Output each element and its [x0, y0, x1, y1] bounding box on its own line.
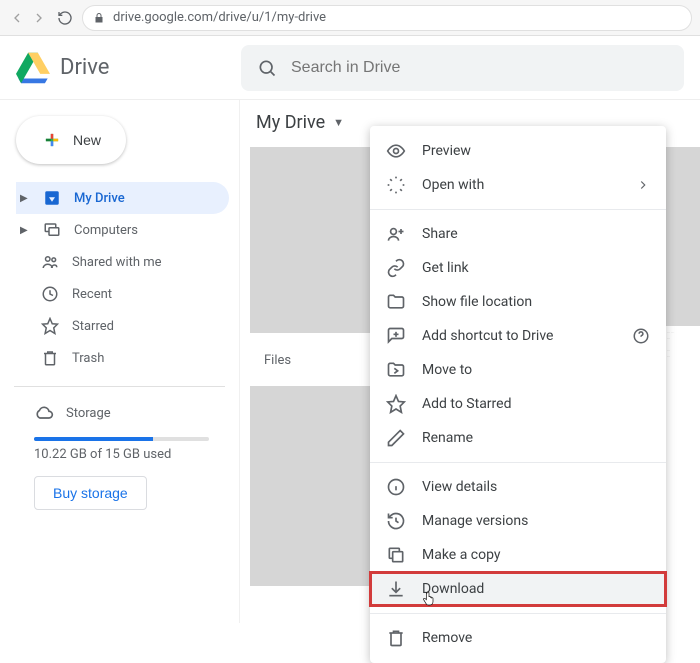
drive-logo-icon	[16, 51, 50, 85]
cursor-icon	[421, 590, 437, 608]
address-bar[interactable]: drive.google.com/drive/u/1/my-drive	[82, 5, 692, 31]
sidebar-item-label: Shared with me	[72, 255, 162, 270]
ctx-label: Remove	[422, 630, 472, 646]
sidebar-item-computers[interactable]: ▶ Computers	[16, 214, 229, 246]
ctx-label: Move to	[422, 362, 472, 378]
ctx-label: Make a copy	[422, 547, 501, 563]
ctx-label: Rename	[422, 430, 473, 446]
ctx-download[interactable]: Download	[370, 572, 666, 606]
sidebar-item-my-drive[interactable]: ▶ My Drive	[16, 182, 229, 214]
ctx-move-to[interactable]: Move to	[370, 353, 666, 387]
shortcut-icon	[386, 326, 406, 346]
trash-icon	[40, 349, 60, 367]
breadcrumb-label: My Drive	[256, 112, 325, 133]
rename-icon	[386, 428, 406, 448]
star-icon	[40, 317, 60, 335]
ctx-label: Share	[422, 226, 458, 242]
link-icon	[386, 258, 406, 278]
plus-icon	[41, 129, 63, 151]
ctx-add-shortcut[interactable]: Add shortcut to Drive	[370, 319, 666, 353]
ctx-share[interactable]: Share	[370, 217, 666, 251]
forward-button[interactable]	[30, 9, 48, 27]
chevron-right-icon	[636, 178, 650, 192]
sidebar-item-label: Recent	[72, 287, 112, 302]
sidebar-item-recent[interactable]: Recent	[16, 278, 229, 310]
eye-icon	[386, 141, 406, 161]
ctx-label: Get link	[422, 260, 469, 276]
help-icon[interactable]	[632, 327, 650, 345]
drive-logo[interactable]: Drive	[16, 51, 241, 85]
download-icon	[386, 579, 406, 599]
ctx-label: Preview	[422, 143, 471, 159]
ctx-remove[interactable]: Remove	[370, 621, 666, 655]
drive-icon	[42, 189, 62, 207]
ctx-add-starred[interactable]: Add to Starred	[370, 387, 666, 421]
recent-icon	[40, 285, 60, 303]
ctx-preview[interactable]: Preview	[370, 134, 666, 168]
ctx-open-with[interactable]: Open with	[370, 168, 666, 202]
dropdown-icon: ▼	[333, 116, 344, 129]
divider	[14, 386, 225, 387]
move-icon	[386, 360, 406, 380]
ctx-get-link[interactable]: Get link	[370, 251, 666, 285]
search-box[interactable]	[241, 45, 684, 91]
new-button-label: New	[73, 132, 101, 148]
storage-bar	[34, 437, 209, 441]
sidebar-item-trash[interactable]: Trash	[16, 342, 229, 374]
sidebar-item-label: Computers	[74, 223, 138, 238]
cloud-icon	[34, 403, 54, 423]
storage-label: Storage	[66, 406, 111, 421]
separator	[370, 462, 666, 463]
sidebar: New ▶ My Drive ▶ Computers Shared with m…	[0, 100, 240, 623]
person-add-icon	[386, 224, 406, 244]
computers-icon	[42, 221, 62, 239]
sidebar-item-label: Starred	[72, 319, 114, 334]
separator	[370, 613, 666, 614]
ctx-rename[interactable]: Rename	[370, 421, 666, 455]
open-with-icon	[386, 175, 406, 195]
ctx-label: View details	[422, 479, 497, 495]
search-icon	[257, 58, 277, 78]
ctx-label: Add to Starred	[422, 396, 511, 412]
trash-icon	[386, 628, 406, 648]
url-text: drive.google.com/drive/u/1/my-drive	[113, 10, 326, 25]
history-icon	[386, 511, 406, 531]
star-icon	[386, 394, 406, 414]
copy-icon	[386, 545, 406, 565]
ctx-label: Add shortcut to Drive	[422, 328, 553, 344]
new-button[interactable]: New	[16, 116, 126, 164]
sidebar-item-shared[interactable]: Shared with me	[16, 246, 229, 278]
back-button[interactable]	[8, 9, 26, 27]
sidebar-item-label: Trash	[72, 351, 104, 366]
app-header: Drive	[0, 36, 700, 100]
ctx-label: Show file location	[422, 294, 532, 310]
storage-usage-text: 10.22 GB of 15 GB used	[10, 447, 229, 462]
folder-icon	[386, 292, 406, 312]
lock-icon	[93, 12, 105, 24]
ctx-manage-versions[interactable]: Manage versions	[370, 504, 666, 538]
caret-icon: ▶	[20, 225, 30, 236]
reload-button[interactable]	[56, 9, 74, 27]
ctx-make-copy[interactable]: Make a copy	[370, 538, 666, 572]
sidebar-item-starred[interactable]: Starred	[16, 310, 229, 342]
search-input[interactable]	[291, 59, 668, 77]
separator	[370, 209, 666, 210]
product-name: Drive	[60, 55, 109, 80]
ctx-view-details[interactable]: View details	[370, 470, 666, 504]
caret-icon: ▶	[20, 193, 30, 204]
ctx-label: Manage versions	[422, 513, 528, 529]
info-icon	[386, 477, 406, 497]
sidebar-item-storage[interactable]: Storage	[10, 399, 229, 427]
sidebar-item-label: My Drive	[74, 191, 125, 206]
ctx-show-location[interactable]: Show file location	[370, 285, 666, 319]
buy-storage-button[interactable]: Buy storage	[34, 476, 147, 510]
shared-icon	[40, 253, 60, 271]
ctx-label: Open with	[422, 177, 484, 193]
context-menu: Preview Open with Share Get link Show fi…	[370, 126, 666, 663]
browser-toolbar: drive.google.com/drive/u/1/my-drive	[0, 0, 700, 36]
